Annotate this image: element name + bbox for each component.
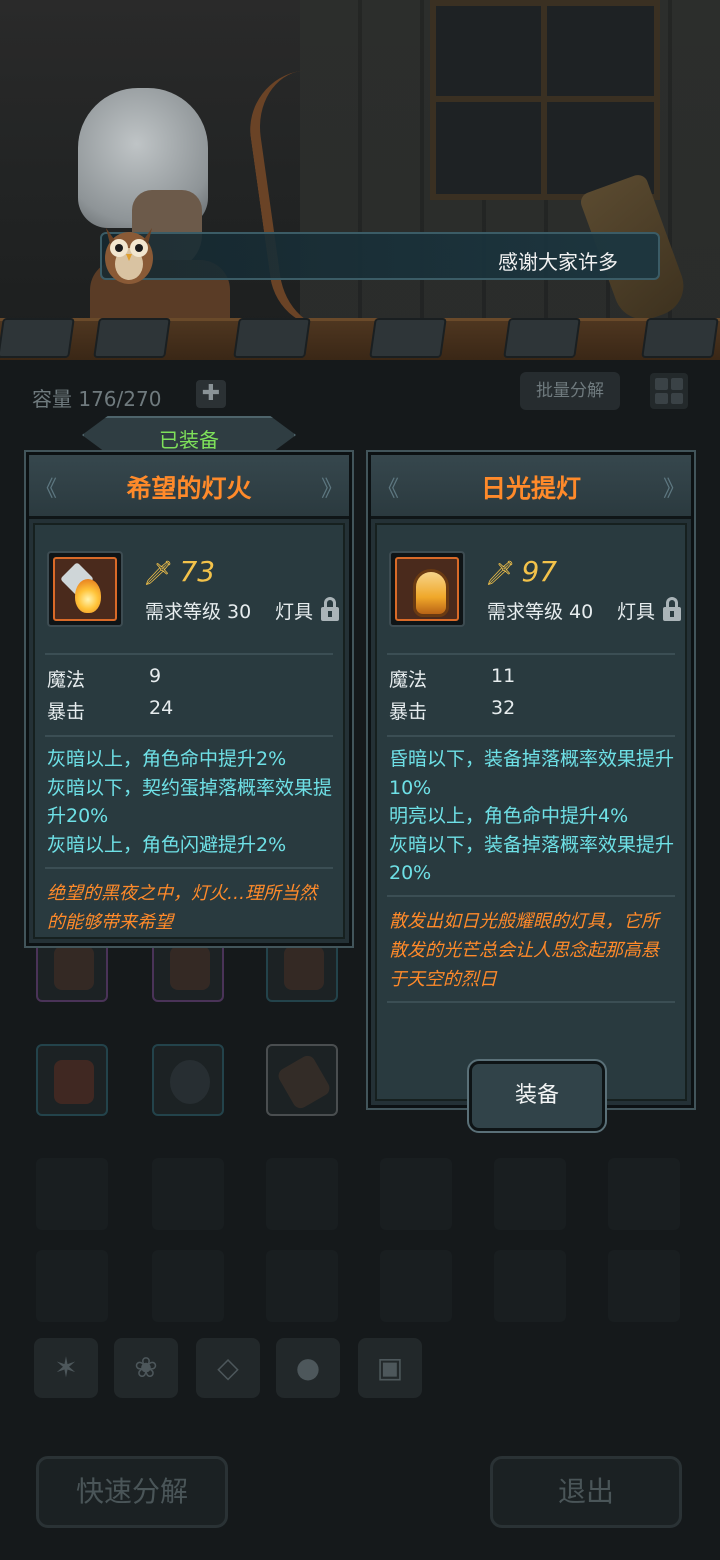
divider xyxy=(387,653,675,655)
level-requirement: 需求等级 40 xyxy=(487,601,594,623)
pet-tab-icon[interactable]: ❀ xyxy=(114,1338,178,1398)
empty-slot[interactable] xyxy=(266,1250,338,1322)
lock-icon[interactable] xyxy=(661,597,683,621)
empty-slot[interactable] xyxy=(494,1158,566,1230)
item-icon-frame xyxy=(389,551,465,627)
item-slot[interactable] xyxy=(36,1044,108,1116)
dialog-text: 感谢大家许多 xyxy=(498,250,618,274)
divider xyxy=(387,1001,675,1003)
hero-character xyxy=(70,80,230,350)
sun-lantern-icon xyxy=(395,557,459,621)
effect-line: 灰暗以上，角色闪避提升2% xyxy=(47,833,287,856)
rail-segment xyxy=(641,318,719,358)
stat-label: 魔法 xyxy=(389,669,428,691)
capacity-text: 容量 176/270 xyxy=(32,387,162,411)
chest-tab-icon[interactable]: ▣ xyxy=(358,1338,422,1398)
sword-icon: 🗡 xyxy=(143,559,174,587)
exit-button[interactable]: 退出 xyxy=(490,1456,682,1528)
equipped-label: 已装备 xyxy=(159,428,219,452)
effect-line: 灰暗以下，装备掉落概率效果提升20% xyxy=(389,833,675,885)
weapon-tab-icon[interactable]: ✶ xyxy=(34,1338,98,1398)
flavor-text: 绝望的黑夜之中，灯火…理所当然的能够带来希望 xyxy=(47,883,317,933)
item-slot[interactable] xyxy=(266,1044,338,1116)
effect-line: 灰暗以上，角色命中提升2% xyxy=(47,748,287,770)
rail-segment xyxy=(503,318,581,358)
rail-segment xyxy=(233,318,311,358)
empty-slot[interactable] xyxy=(608,1250,680,1322)
item-icon-frame xyxy=(47,551,123,627)
rail-segment xyxy=(369,318,447,358)
flavor-text: 散发出如日光般耀眼的灯具，它所散发的光芒总会让人思念起那高悬于天空的烈日 xyxy=(389,911,659,990)
item-slot[interactable] xyxy=(152,1044,224,1116)
material-tab-icon[interactable]: ● xyxy=(276,1338,340,1398)
effect-line: 明亮以上，角色命中提升4% xyxy=(389,805,629,827)
empty-slot[interactable] xyxy=(608,1158,680,1230)
card-header: 希望的灯火 xyxy=(29,455,349,519)
grid-view-icon[interactable] xyxy=(650,373,688,409)
compare-item-card: 日光提灯 🗡97 需求等级 40 灯具 魔法 11 暴击 32 昏暗以下，装备掉… xyxy=(366,450,696,1133)
gem-tab-icon[interactable]: ◇ xyxy=(196,1338,260,1398)
empty-slot[interactable] xyxy=(36,1158,108,1230)
power-score: 🗡 73 xyxy=(143,555,216,588)
card-header: 日光提灯 xyxy=(371,455,691,519)
power-score: 🗡 97 xyxy=(485,555,558,588)
level-requirement: 需求等级 30 xyxy=(145,601,252,623)
rail-segment xyxy=(0,318,75,358)
effects-list: 灰暗以上，角色命中提升2% 灰暗以下，契约蛋掉落概率效果提升20% 灰暗以上，角… xyxy=(47,745,333,859)
item-type: 灯具 xyxy=(274,601,313,623)
expand-capacity-button[interactable]: ✚ xyxy=(196,380,226,408)
equipped-item-card: 希望的灯火 🗡73 需求等级 30 灯具 魔法 9 暴击 24 灰暗以上，角色命… xyxy=(24,450,354,948)
owl-icon xyxy=(105,228,153,284)
effect-line: 昏暗以下，装备掉落概率效果提升10% xyxy=(389,748,675,799)
batch-decompose-button[interactable]: 批量分解 xyxy=(520,372,620,410)
empty-slot[interactable] xyxy=(152,1250,224,1322)
stat-label: 魔法 xyxy=(47,669,86,691)
divider xyxy=(387,735,675,737)
empty-slot[interactable] xyxy=(380,1250,452,1322)
empty-slot[interactable] xyxy=(266,1158,338,1230)
divider xyxy=(45,735,333,737)
empty-slot[interactable] xyxy=(494,1250,566,1322)
stat-label: 暴击 xyxy=(47,701,86,723)
divider xyxy=(45,653,333,655)
rail-segment xyxy=(93,318,171,358)
card-body: 🗡 97 需求等级 40 灯具 魔法 11 暴击 32 昏暗以下，装备掉落概率效果… xyxy=(375,523,687,1133)
stat-value: 32 xyxy=(491,697,516,719)
stat-label: 暴击 xyxy=(389,701,428,723)
divider xyxy=(45,867,333,869)
item-type: 灯具 xyxy=(616,601,655,623)
stat-value: 24 xyxy=(149,697,174,719)
card-body: 🗡 73 需求等级 30 灯具 魔法 9 暴击 24 灰暗以上，角色命中提升2% … xyxy=(33,523,345,939)
empty-slot[interactable] xyxy=(36,1250,108,1322)
equip-button[interactable]: 装备 xyxy=(467,1059,607,1133)
effects-list: 昏暗以下，装备掉落概率效果提升10% 明亮以上，角色命中提升4% 灰暗以下，装备… xyxy=(389,745,675,888)
window-decor xyxy=(430,0,660,200)
sword-icon: 🗡 xyxy=(485,559,516,587)
lantern-fire-icon xyxy=(53,557,117,621)
quick-decompose-button[interactable]: 快速分解 xyxy=(36,1456,228,1528)
lock-icon[interactable] xyxy=(319,597,341,621)
stat-value: 11 xyxy=(491,665,516,687)
dialog-bubble[interactable]: 感谢大家许多 xyxy=(100,232,660,280)
empty-slot[interactable] xyxy=(380,1158,452,1230)
item-name: 希望的灯火 xyxy=(126,474,252,503)
divider xyxy=(387,895,675,897)
equipped-tag: 已装备 xyxy=(82,416,296,454)
item-name: 日光提灯 xyxy=(480,474,581,503)
scene-background xyxy=(0,0,720,360)
stat-value: 9 xyxy=(149,665,162,687)
effect-line: 灰暗以下，契约蛋掉落概率效果提升20% xyxy=(47,776,333,828)
empty-slot[interactable] xyxy=(152,1158,224,1230)
